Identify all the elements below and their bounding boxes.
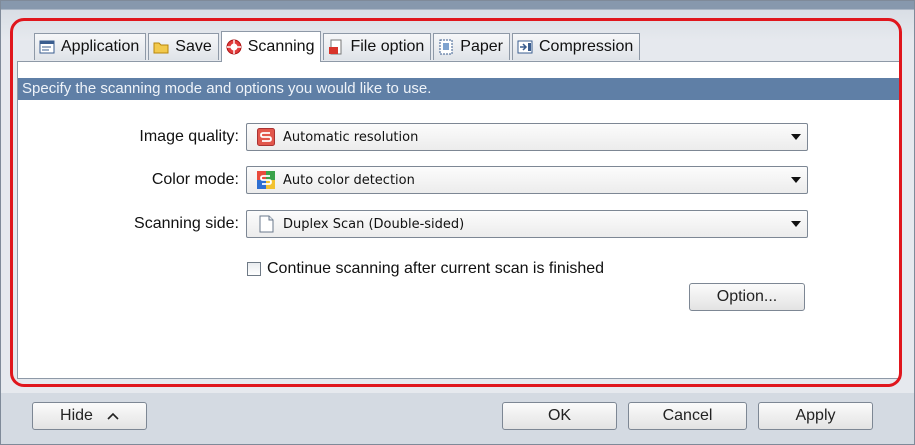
- tab-label: Compression: [539, 38, 634, 55]
- color-mode-select[interactable]: Auto color detection: [246, 166, 808, 194]
- bottom-bar: Hide OK Cancel Apply: [1, 393, 914, 444]
- chevron-down-icon: [791, 221, 801, 227]
- tab-file-option[interactable]: File option: [323, 33, 432, 60]
- hide-button-label: Hide: [60, 407, 93, 424]
- file-option-icon: [329, 39, 342, 55]
- continue-scanning-checkbox[interactable]: [247, 262, 261, 276]
- continue-scanning-option[interactable]: Continue scanning after current scan is …: [247, 260, 604, 278]
- color-mode-row: Color mode: Auto color detection: [18, 166, 900, 194]
- image-quality-label: Image quality:: [139, 128, 239, 145]
- chevron-up-icon: [107, 412, 119, 420]
- tab-application[interactable]: Application: [34, 33, 147, 60]
- tab-label: Scanning: [247, 38, 315, 55]
- image-quality-value: Automatic resolution: [283, 129, 419, 145]
- chevron-down-icon: [791, 177, 801, 183]
- hide-button[interactable]: Hide: [32, 402, 147, 430]
- application-icon: [39, 40, 55, 54]
- tab-label: Paper: [460, 38, 503, 55]
- duplex-page-icon: [259, 215, 274, 233]
- tab-paper[interactable]: Paper: [433, 33, 510, 60]
- apply-button-label: Apply: [795, 407, 836, 424]
- image-quality-row: Image quality: Automatic resolution: [18, 123, 900, 151]
- color-mode-icon: [257, 171, 275, 189]
- panel-description: Specify the scanning mode and options yo…: [18, 78, 900, 100]
- resolution-icon: [257, 128, 275, 146]
- scanning-side-label: Scanning side:: [134, 215, 239, 232]
- title-strip: [1, 1, 914, 9]
- compression-icon: [517, 40, 533, 54]
- continue-scanning-label: Continue scanning after current scan is …: [267, 260, 605, 277]
- image-quality-select[interactable]: Automatic resolution: [246, 123, 808, 151]
- tab-label: Application: [61, 38, 140, 55]
- cancel-button-label: Cancel: [662, 407, 713, 424]
- scanning-side-select[interactable]: Duplex Scan (Double-sided): [246, 210, 808, 238]
- ok-button-label: OK: [547, 407, 572, 424]
- color-mode-value: Auto color detection: [283, 172, 415, 188]
- scanning-side-row: Scanning side: Duplex Scan (Double-sided…: [18, 210, 900, 238]
- tab-compression[interactable]: Compression: [512, 33, 641, 60]
- scanning-panel: Specify the scanning mode and options yo…: [17, 61, 901, 379]
- scanning-icon: [226, 39, 242, 55]
- folder-icon: [153, 42, 169, 54]
- scan-settings-window: Application Save Scanning File option Pa…: [0, 0, 915, 445]
- scanning-side-value: Duplex Scan (Double-sided): [283, 216, 465, 232]
- ok-button[interactable]: OK: [502, 402, 617, 430]
- tab-label: File option: [350, 38, 425, 55]
- paper-icon: [439, 39, 453, 55]
- tab-save[interactable]: Save: [148, 33, 219, 60]
- cancel-button[interactable]: Cancel: [628, 402, 747, 430]
- apply-button[interactable]: Apply: [758, 402, 873, 430]
- option-button-label: Option...: [716, 288, 778, 305]
- tab-label: Save: [175, 38, 212, 55]
- option-button[interactable]: Option...: [689, 283, 805, 311]
- tab-bar: Application Save Scanning File option Pa…: [34, 31, 641, 62]
- color-mode-label: Color mode:: [151, 171, 239, 188]
- tab-scanning[interactable]: Scanning: [220, 31, 322, 62]
- chevron-down-icon: [791, 134, 801, 140]
